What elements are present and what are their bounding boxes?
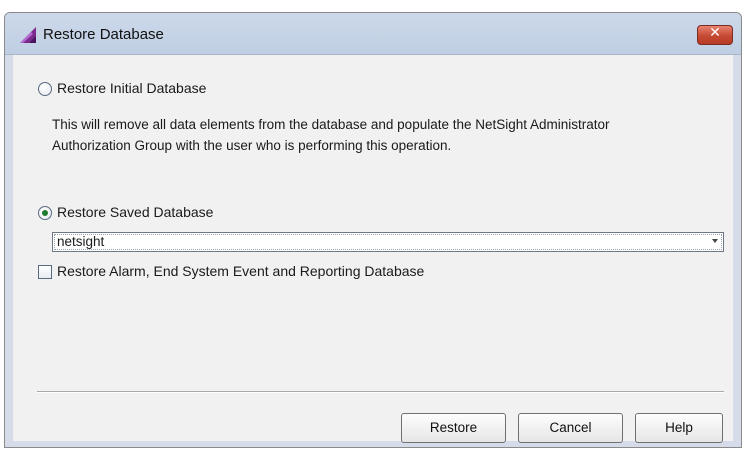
restore-alarm-checkbox[interactable] xyxy=(38,265,52,279)
restore-saved-label[interactable]: Restore Saved Database xyxy=(57,204,213,220)
restore-initial-radio[interactable] xyxy=(38,82,52,96)
dialog-title: Restore Database xyxy=(43,26,164,43)
restore-alarm-label[interactable]: Restore Alarm, End System Event and Repo… xyxy=(57,263,424,279)
description-line: Authorization Group with the user who is… xyxy=(52,138,452,153)
app-icon xyxy=(20,27,36,43)
restore-database-dialog: Restore Database ✕ Restore Initial Datab… xyxy=(4,12,742,448)
description-line: This will remove all data elements from … xyxy=(52,117,610,132)
title-bar[interactable]: Restore Database ✕ xyxy=(5,13,741,55)
close-icon: ✕ xyxy=(709,25,721,41)
restore-initial-label[interactable]: Restore Initial Database xyxy=(57,80,206,96)
chevron-down-icon xyxy=(712,239,718,243)
restore-button[interactable]: Restore xyxy=(401,413,506,443)
saved-database-dropdown[interactable]: netsight xyxy=(52,232,724,252)
close-button[interactable]: ✕ xyxy=(697,25,733,45)
dialog-content: Restore Initial Database This will remov… xyxy=(13,55,733,443)
help-button[interactable]: Help xyxy=(635,413,723,443)
divider xyxy=(37,391,724,393)
restore-initial-description: This will remove all data elements from … xyxy=(52,114,722,156)
saved-database-value: netsight xyxy=(57,234,105,249)
cancel-button[interactable]: Cancel xyxy=(518,413,623,443)
restore-saved-radio[interactable] xyxy=(38,206,52,220)
